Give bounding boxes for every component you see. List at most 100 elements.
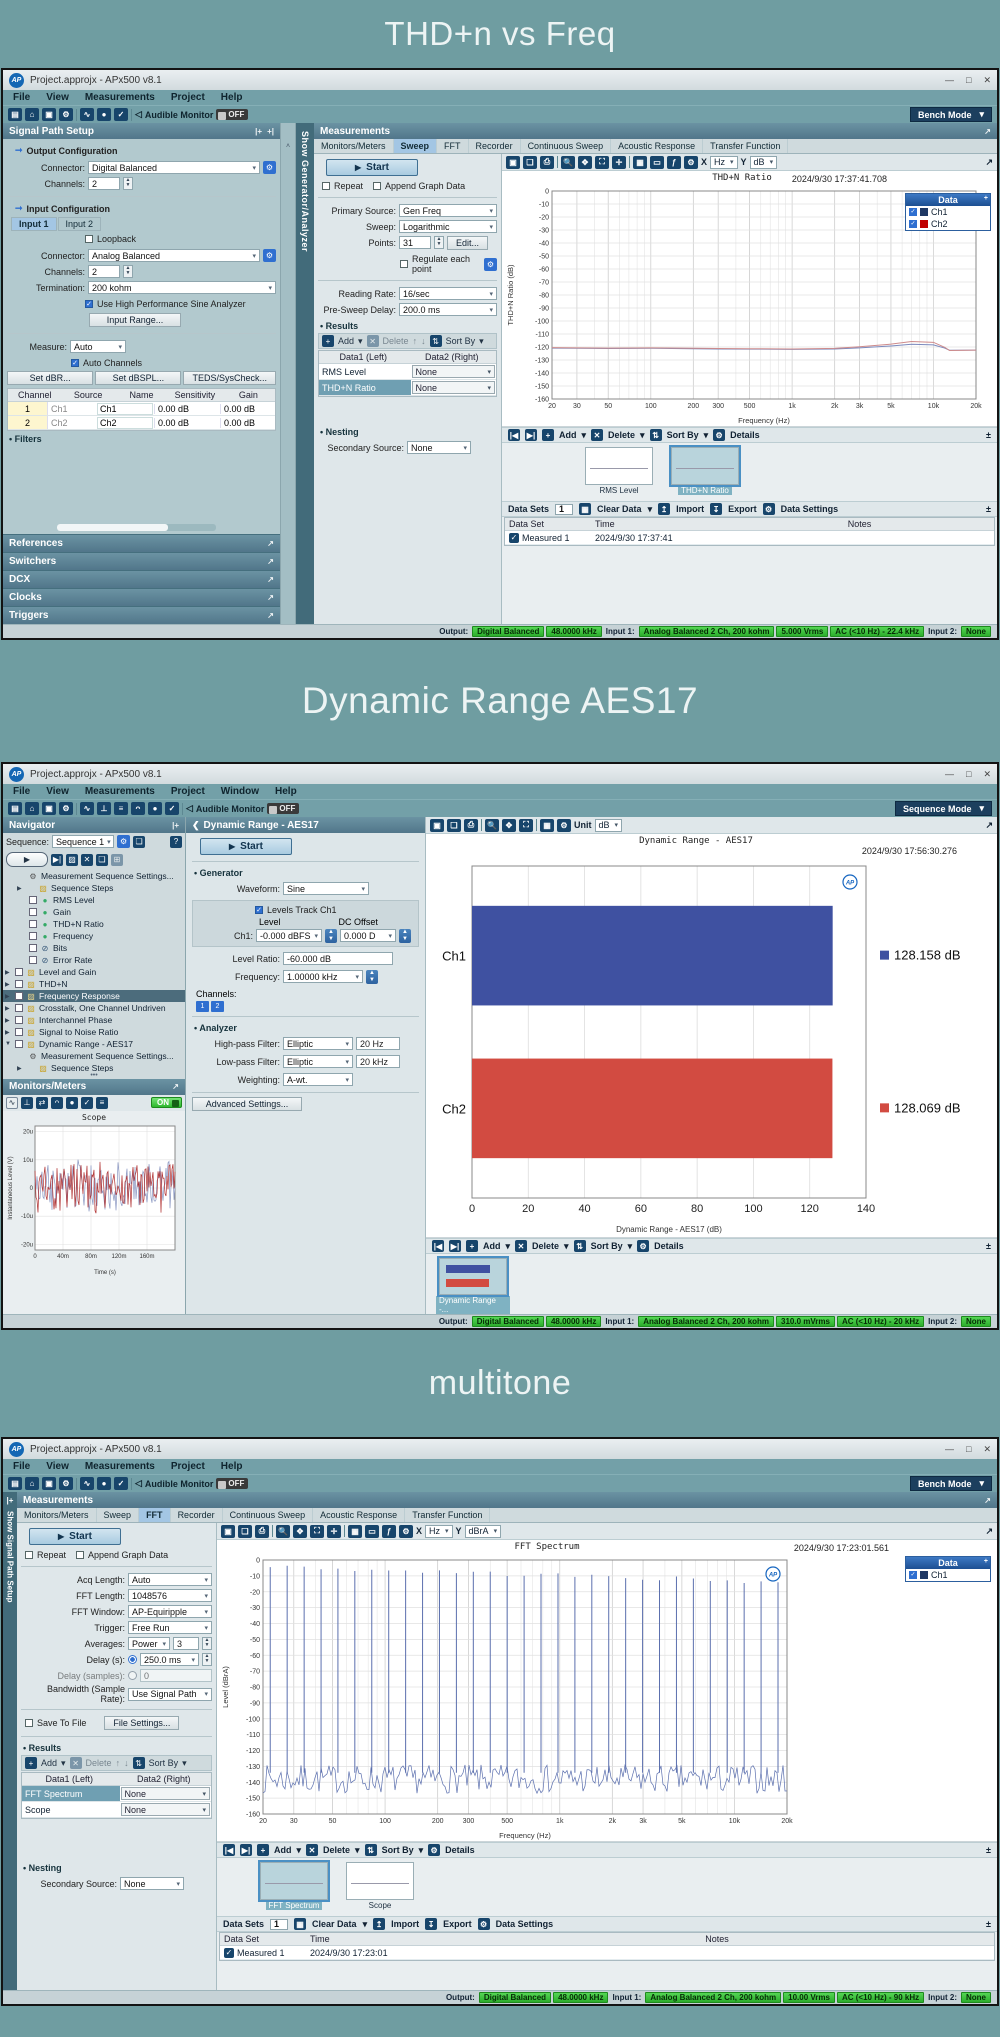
meters-icon[interactable]: ᴖ bbox=[131, 802, 145, 815]
cursor-icon[interactable]: ▭ bbox=[650, 156, 664, 169]
tree-item[interactable]: ▶ ▨ Signal to Noise Ratio bbox=[3, 1026, 185, 1038]
tree-item[interactable]: ▼ ▨ Dynamic Range - AES17 bbox=[3, 1038, 185, 1050]
tree-item[interactable]: ⊘ Error Rate bbox=[3, 954, 185, 966]
add-icon[interactable]: + bbox=[466, 1240, 478, 1252]
title-bar[interactable]: AP Project.approjx - APx500 v8.1 — □ ✕ bbox=[3, 764, 997, 784]
clear-data-button[interactable]: Clear Data bbox=[312, 1919, 357, 1929]
first-icon[interactable]: |◀ bbox=[432, 1240, 444, 1252]
print-icon[interactable]: ⎙ bbox=[255, 1525, 269, 1538]
repeat-checkbox[interactable] bbox=[25, 1551, 33, 1559]
spinner-control[interactable]: ▲▼ bbox=[123, 265, 133, 278]
table-view-icon[interactable]: ▦ bbox=[348, 1525, 362, 1538]
graph-settings-icon[interactable]: ⚙ bbox=[684, 156, 698, 169]
measurement-tab[interactable]: FFT bbox=[437, 139, 469, 153]
vertical-scrollbar[interactable]: ˄ bbox=[281, 123, 296, 624]
blue-spinner-control[interactable]: ▲▼ bbox=[399, 929, 411, 943]
bench-mode-selector[interactable]: Bench Mode▾ bbox=[910, 107, 992, 122]
set-reference-button[interactable]: TEDS/SysCheck... bbox=[183, 371, 276, 385]
dropdown[interactable]: Use Signal Path▾ bbox=[128, 1688, 212, 1701]
y-unit-dropdown[interactable]: dBrA bbox=[465, 1525, 502, 1538]
audible-monitor-toggle[interactable]: OFF bbox=[216, 109, 248, 120]
graph-settings-icon[interactable]: ⚙ bbox=[399, 1525, 413, 1538]
back-icon[interactable]: ❮ bbox=[192, 820, 200, 831]
measurement-tab[interactable]: Continuous Sweep bbox=[223, 1508, 314, 1522]
pin-icon[interactable]: + bbox=[984, 1558, 988, 1565]
dropdown[interactable]: Logarithmic▾ bbox=[399, 220, 497, 233]
delete-icon[interactable]: ✕ bbox=[515, 1240, 527, 1252]
measurement-tab[interactable]: Transfer Function bbox=[703, 139, 788, 153]
tree-checkbox[interactable] bbox=[29, 956, 37, 964]
pin-icon[interactable]: + bbox=[984, 195, 988, 202]
collapse-icon[interactable]: |+ bbox=[7, 1496, 14, 1505]
dropdown[interactable]: 1048576▾ bbox=[128, 1589, 212, 1602]
import-button[interactable]: Import bbox=[391, 1919, 419, 1929]
fit-icon[interactable]: ⛶ bbox=[519, 819, 533, 832]
zoom-icon[interactable]: 🔍 bbox=[485, 819, 499, 832]
fit-icon[interactable]: ⛶ bbox=[310, 1525, 324, 1538]
result-data2-dropdown[interactable]: None bbox=[412, 381, 496, 394]
sort-by-button[interactable]: Sort By bbox=[667, 430, 699, 440]
collapse-right-icon[interactable]: +| bbox=[267, 127, 274, 136]
copy-sequence-icon[interactable]: ❏ bbox=[133, 836, 145, 848]
save-to-file-checkbox[interactable] bbox=[25, 1719, 33, 1727]
scope-icon[interactable]: ∿ bbox=[80, 802, 94, 815]
delete-button[interactable]: Delete bbox=[608, 430, 635, 440]
export-button[interactable]: Export bbox=[728, 504, 757, 514]
legend-checkbox[interactable]: ✓ bbox=[909, 1571, 917, 1579]
new-file-icon[interactable]: ▤ bbox=[8, 802, 22, 815]
dropdown[interactable]: 250.0 ms▾ bbox=[140, 1653, 199, 1666]
details-icon[interactable]: ⚙ bbox=[637, 1240, 649, 1252]
export-button[interactable]: Export bbox=[443, 1919, 472, 1929]
blue-spinner-control[interactable]: ▲▼ bbox=[366, 970, 378, 984]
legend-item[interactable]: ✓ Ch2 bbox=[906, 218, 990, 230]
clear-data-icon[interactable]: ▦ bbox=[294, 1918, 306, 1930]
measurement-tab[interactable]: Sweep bbox=[394, 139, 438, 153]
dropdown[interactable]: 2▾ bbox=[88, 265, 120, 278]
delete-button[interactable]: Delete bbox=[323, 1845, 350, 1855]
close-button[interactable]: ✕ bbox=[983, 75, 991, 86]
meters-icon[interactable]: ∿ bbox=[80, 108, 94, 121]
levels-track-checkbox[interactable]: ✓ bbox=[255, 906, 263, 914]
minimize-button[interactable]: — bbox=[945, 75, 954, 86]
dropdown[interactable]: AP-Equiripple▾ bbox=[128, 1605, 212, 1618]
scope-monitor-icon[interactable]: ∿ bbox=[6, 1097, 18, 1109]
add-button[interactable]: Add bbox=[559, 430, 577, 440]
popout-icon[interactable]: ↗ bbox=[267, 611, 274, 620]
delete-icon[interactable]: ✕ bbox=[306, 1844, 318, 1856]
copy-graph-icon[interactable]: ❏ bbox=[447, 819, 461, 832]
tree-item[interactable]: ⚙ Measurement Sequence Settings... bbox=[3, 870, 185, 882]
start-button[interactable]: Start bbox=[29, 1528, 121, 1545]
ch1-dc-offset-dropdown[interactable]: 0.000 D▾ bbox=[340, 929, 396, 942]
clock-icon[interactable]: ● bbox=[148, 802, 162, 815]
legend-checkbox[interactable]: ✓ bbox=[909, 220, 917, 228]
spinner-control[interactable]: ▲▼ bbox=[434, 236, 444, 249]
popout-icon[interactable]: ↗ bbox=[267, 539, 274, 548]
delete-icon[interactable]: ✕ bbox=[70, 1757, 82, 1769]
add-icon[interactable]: + bbox=[322, 335, 334, 347]
fft-monitor-icon[interactable]: ⊥ bbox=[21, 1097, 33, 1109]
expander-icon[interactable]: ▼ bbox=[5, 1041, 12, 1047]
input-tab[interactable]: Input 2 bbox=[58, 217, 102, 231]
result-data2-dropdown[interactable]: None bbox=[121, 1803, 211, 1816]
save-icon[interactable]: ▣ bbox=[42, 802, 56, 815]
tree-item[interactable]: ▶ ▨ Sequence Steps bbox=[3, 1062, 185, 1072]
file-settings-button[interactable]: File Settings... bbox=[104, 1716, 179, 1730]
new-file-icon[interactable]: ▤ bbox=[8, 1477, 22, 1490]
meters-monitor-icon[interactable]: ᴖ bbox=[51, 1097, 63, 1109]
menu-item[interactable]: Measurements bbox=[85, 1461, 155, 1472]
tree-item[interactable]: ▶ ▨ Level and Gain bbox=[3, 966, 185, 978]
expander-icon[interactable]: ▶ bbox=[17, 1065, 24, 1072]
x-unit-dropdown[interactable]: Hz bbox=[710, 156, 738, 169]
tree-checkbox[interactable] bbox=[15, 1028, 23, 1036]
measurement-tab[interactable]: Recorder bbox=[469, 139, 521, 153]
legend-item[interactable]: ✓ Ch1 bbox=[906, 206, 990, 218]
high-pass-dropdown[interactable]: Elliptic▾ bbox=[283, 1037, 353, 1050]
collapse-icon[interactable]: |+ bbox=[172, 821, 179, 830]
sequence-settings-gear-icon[interactable]: ⚙ bbox=[117, 835, 130, 848]
add-result-button[interactable]: Add bbox=[338, 336, 354, 346]
popout-icon[interactable]: ↗ bbox=[984, 127, 991, 136]
horizontal-scrollbar[interactable] bbox=[57, 524, 216, 531]
sequence-mode-selector[interactable]: Sequence Mode▾ bbox=[895, 801, 992, 816]
sweep-icon[interactable]: ✓ bbox=[165, 802, 179, 815]
append-checkbox[interactable] bbox=[373, 182, 381, 190]
